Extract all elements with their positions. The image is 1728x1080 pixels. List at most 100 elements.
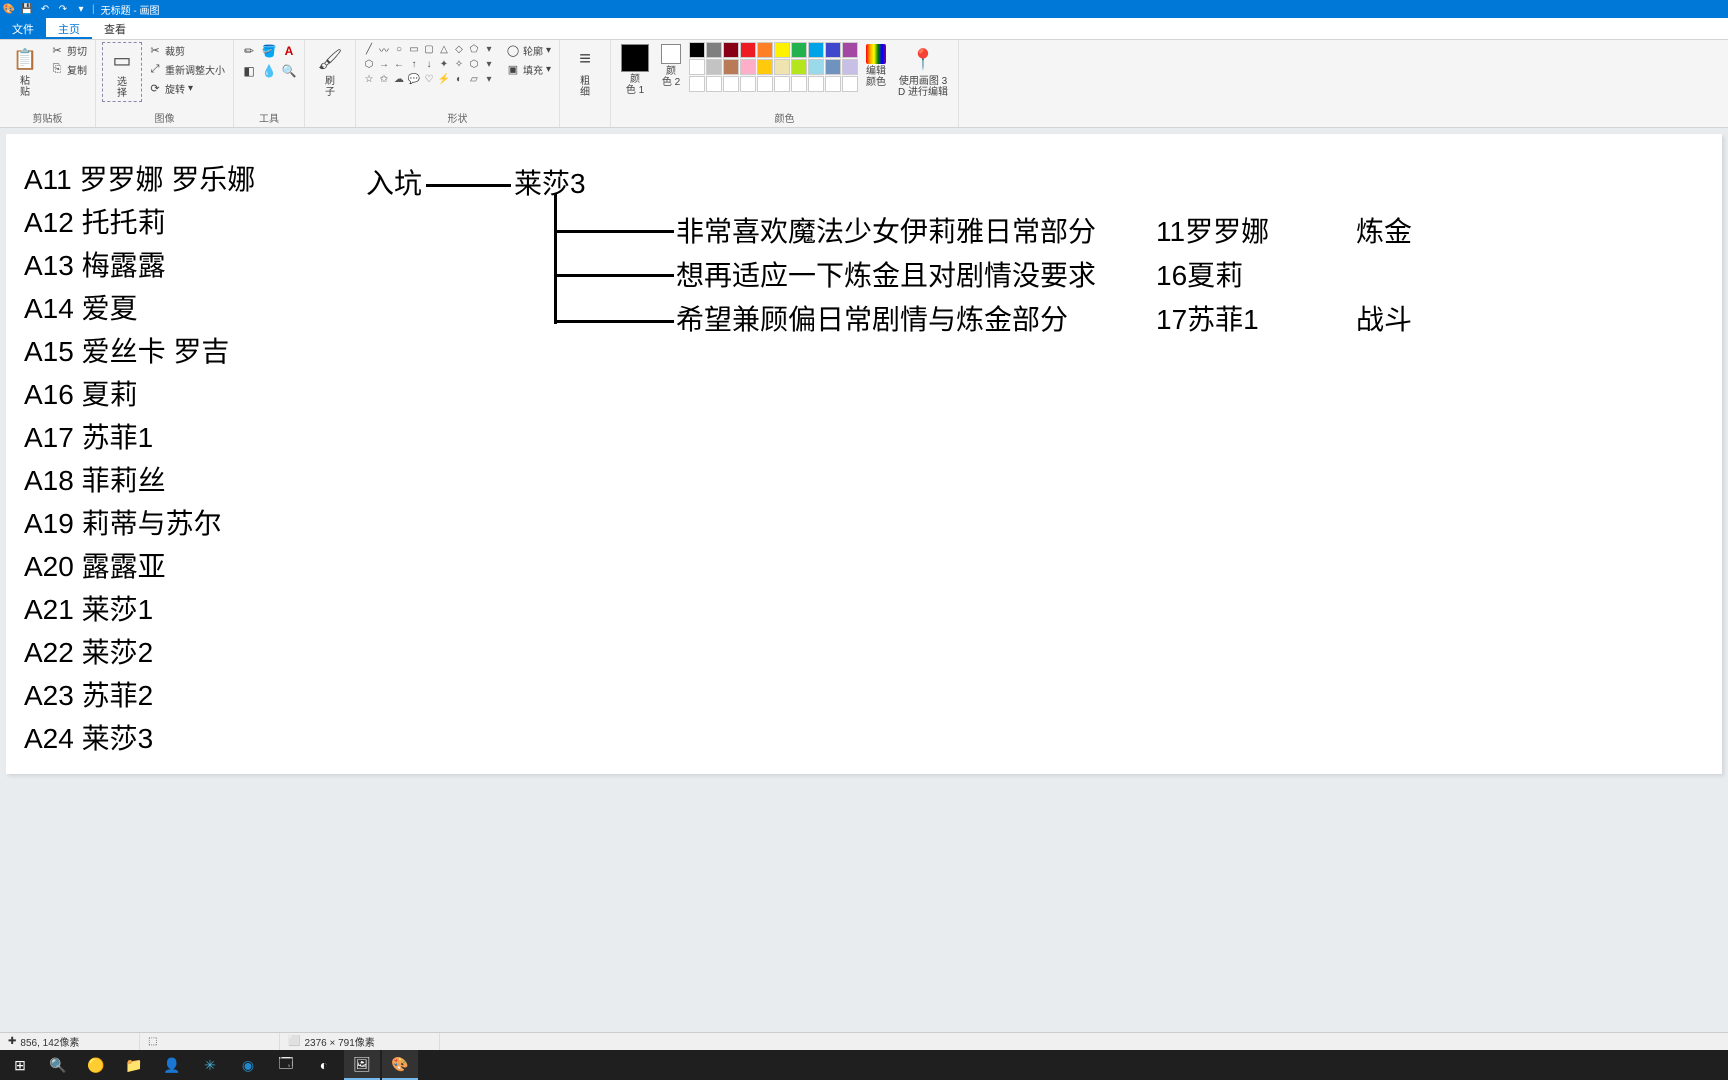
color-swatch-empty[interactable]: [791, 76, 807, 92]
color-swatch-empty[interactable]: [825, 76, 841, 92]
color2-button[interactable]: 颜 色 2: [657, 42, 685, 90]
redo-icon[interactable]: ↷: [56, 2, 70, 16]
color-swatch[interactable]: [689, 42, 705, 58]
tab-view[interactable]: 查看: [92, 18, 138, 39]
select-button[interactable]: ▭ 选 择: [102, 42, 142, 102]
color-swatch-empty[interactable]: [774, 76, 790, 92]
eraser-tool[interactable]: ◧: [240, 62, 258, 80]
color-swatch-empty[interactable]: [706, 76, 722, 92]
group-label-clipboard: 剪贴板: [6, 108, 89, 127]
color-swatch[interactable]: [689, 59, 705, 75]
shape-fill-button[interactable]: ▣填充 ▾: [504, 61, 553, 78]
selection-icon: ⬚: [148, 1036, 157, 1047]
color-swatch[interactable]: [757, 59, 773, 75]
save-icon[interactable]: 💾: [20, 2, 34, 16]
paint-taskbar-icon[interactable]: 🎨: [382, 1050, 418, 1080]
color-swatch[interactable]: [706, 59, 722, 75]
crop-button[interactable]: ✂裁剪: [146, 42, 227, 59]
color-swatch-empty[interactable]: [757, 76, 773, 92]
color-swatch[interactable]: [825, 59, 841, 75]
copy-button[interactable]: ⎘复制: [48, 61, 89, 78]
color-swatch[interactable]: [774, 59, 790, 75]
color-swatch-empty[interactable]: [740, 76, 756, 92]
tab-file[interactable]: 文件: [0, 18, 46, 39]
paint3d-icon: 📍: [908, 44, 938, 74]
far2: 战斗: [1356, 306, 1412, 334]
color-swatch-empty[interactable]: [689, 76, 705, 92]
color-swatch[interactable]: [825, 42, 841, 58]
app-icon-5[interactable]: 🖼: [344, 1050, 380, 1080]
start-button[interactable]: ⊞: [2, 1050, 38, 1080]
color1-button[interactable]: 颜 色 1: [617, 42, 653, 98]
group-image: ▭ 选 择 ✂裁剪 ⤢重新调整大小 ⟳旋转 ▾ 图像: [96, 40, 234, 127]
select-icon: ▭: [107, 45, 137, 75]
app-icon-4[interactable]: 🗔: [268, 1050, 304, 1080]
list-item: A14 爱夏: [24, 295, 138, 323]
resize-button[interactable]: ⤢重新调整大小: [146, 61, 227, 78]
undo-icon[interactable]: ↶: [38, 2, 52, 16]
picker-tool[interactable]: 💧: [260, 62, 278, 80]
qat-dropdown-icon[interactable]: ▾: [74, 2, 88, 16]
size-button[interactable]: ≡ 粗 细: [566, 42, 604, 100]
taskbar: ⊞ 🔍 🟡 📁 👤 ✳ ◉ 🗔 ◐ 🖼 🎨: [0, 1050, 1728, 1080]
branch3: 希望兼顾偏日常剧情与炼金部分: [676, 306, 1068, 334]
color-palette[interactable]: [689, 42, 858, 92]
color-swatch-empty[interactable]: [723, 76, 739, 92]
app-icon-2[interactable]: ✳: [192, 1050, 228, 1080]
color-swatch[interactable]: [791, 59, 807, 75]
color-swatch[interactable]: [808, 59, 824, 75]
paint3d-button[interactable]: 📍 使用画图 3 D 进行编辑: [894, 42, 952, 100]
edit-colors-icon: [866, 44, 886, 64]
color-swatch-empty[interactable]: [842, 76, 858, 92]
list-item: A24 莱莎3: [24, 725, 153, 753]
rotate-icon: ⟳: [148, 82, 162, 96]
app-icon-3[interactable]: ◉: [230, 1050, 266, 1080]
cut-button[interactable]: ✂剪切: [48, 42, 89, 59]
app-icon-1[interactable]: 👤: [154, 1050, 190, 1080]
list-item: A20 露露亚: [24, 553, 166, 581]
search-button[interactable]: 🔍: [40, 1050, 76, 1080]
size-icon: ≡: [570, 44, 600, 74]
paste-icon: 📋: [10, 44, 40, 74]
tab-home[interactable]: 主页: [46, 18, 92, 39]
color-swatch[interactable]: [723, 59, 739, 75]
color-swatch[interactable]: [842, 42, 858, 58]
ribbon: 📋 粘 贴 ✂剪切 ⎘复制 剪贴板 ▭ 选 择 ✂裁剪 ⤢重新调整大小 ⟳旋转 …: [0, 40, 1728, 128]
pencil-tool[interactable]: ✏: [240, 42, 258, 60]
statusbar: ✚ 856, 142像素 ⬚ ⬜ 2376 × 791像素: [0, 1032, 1728, 1050]
rotate-button[interactable]: ⟳旋转 ▾: [146, 80, 227, 97]
color-swatch-empty[interactable]: [808, 76, 824, 92]
copy-icon: ⎘: [50, 63, 64, 77]
group-label-brushes: [311, 112, 349, 127]
shapes-gallery[interactable]: ╱〰○▭▢△◇⬠▾ ⬡→←↑↓✦✧⬡▾ ☆✩☁💬♡⚡◐▱▾: [362, 42, 496, 86]
chrome-icon[interactable]: 🟡: [78, 1050, 114, 1080]
cut-icon: ✂: [50, 44, 64, 58]
paste-button[interactable]: 📋 粘 贴: [6, 42, 44, 100]
text-tool[interactable]: A: [280, 42, 298, 60]
shape-outline-button[interactable]: ◯轮廓 ▾: [504, 42, 553, 59]
color-swatch[interactable]: [842, 59, 858, 75]
outline-icon: ◯: [506, 44, 520, 58]
edit-colors-button[interactable]: 编辑 颜色: [862, 42, 890, 90]
fill-tool[interactable]: 🪣: [260, 42, 278, 60]
right1: 11罗罗娜: [1156, 218, 1269, 246]
line-b2: [554, 274, 674, 277]
color-swatch[interactable]: [723, 42, 739, 58]
explorer-icon[interactable]: 📁: [116, 1050, 152, 1080]
color-swatch[interactable]: [808, 42, 824, 58]
color-swatch[interactable]: [740, 42, 756, 58]
color-swatch[interactable]: [791, 42, 807, 58]
magnifier-tool[interactable]: 🔍: [280, 62, 298, 80]
brush-button[interactable]: 🖌 刷 子: [311, 42, 349, 100]
group-shapes: ╱〰○▭▢△◇⬠▾ ⬡→←↑↓✦✧⬡▾ ☆✩☁💬♡⚡◐▱▾ ◯轮廓 ▾ ▣填充 …: [356, 40, 560, 127]
color-swatch[interactable]: [740, 59, 756, 75]
branch1: 非常喜欢魔法少女伊莉雅日常部分: [676, 218, 1096, 246]
color-swatch[interactable]: [774, 42, 790, 58]
window-title: 无标题 - 画图: [101, 2, 160, 17]
color-swatch[interactable]: [757, 42, 773, 58]
resize-icon: ⤢: [148, 63, 162, 77]
steam-icon[interactable]: ◐: [306, 1050, 342, 1080]
color-swatch[interactable]: [706, 42, 722, 58]
group-colors: 颜 色 1 颜 色 2 编辑 颜色 📍 使用画图 3 D 进行编辑 颜色: [611, 40, 959, 127]
canvas[interactable]: 入坑 莱莎3 非常喜欢魔法少女伊莉雅日常部分 想再适应一下炼金且对剧情没要求 希…: [6, 134, 1722, 774]
